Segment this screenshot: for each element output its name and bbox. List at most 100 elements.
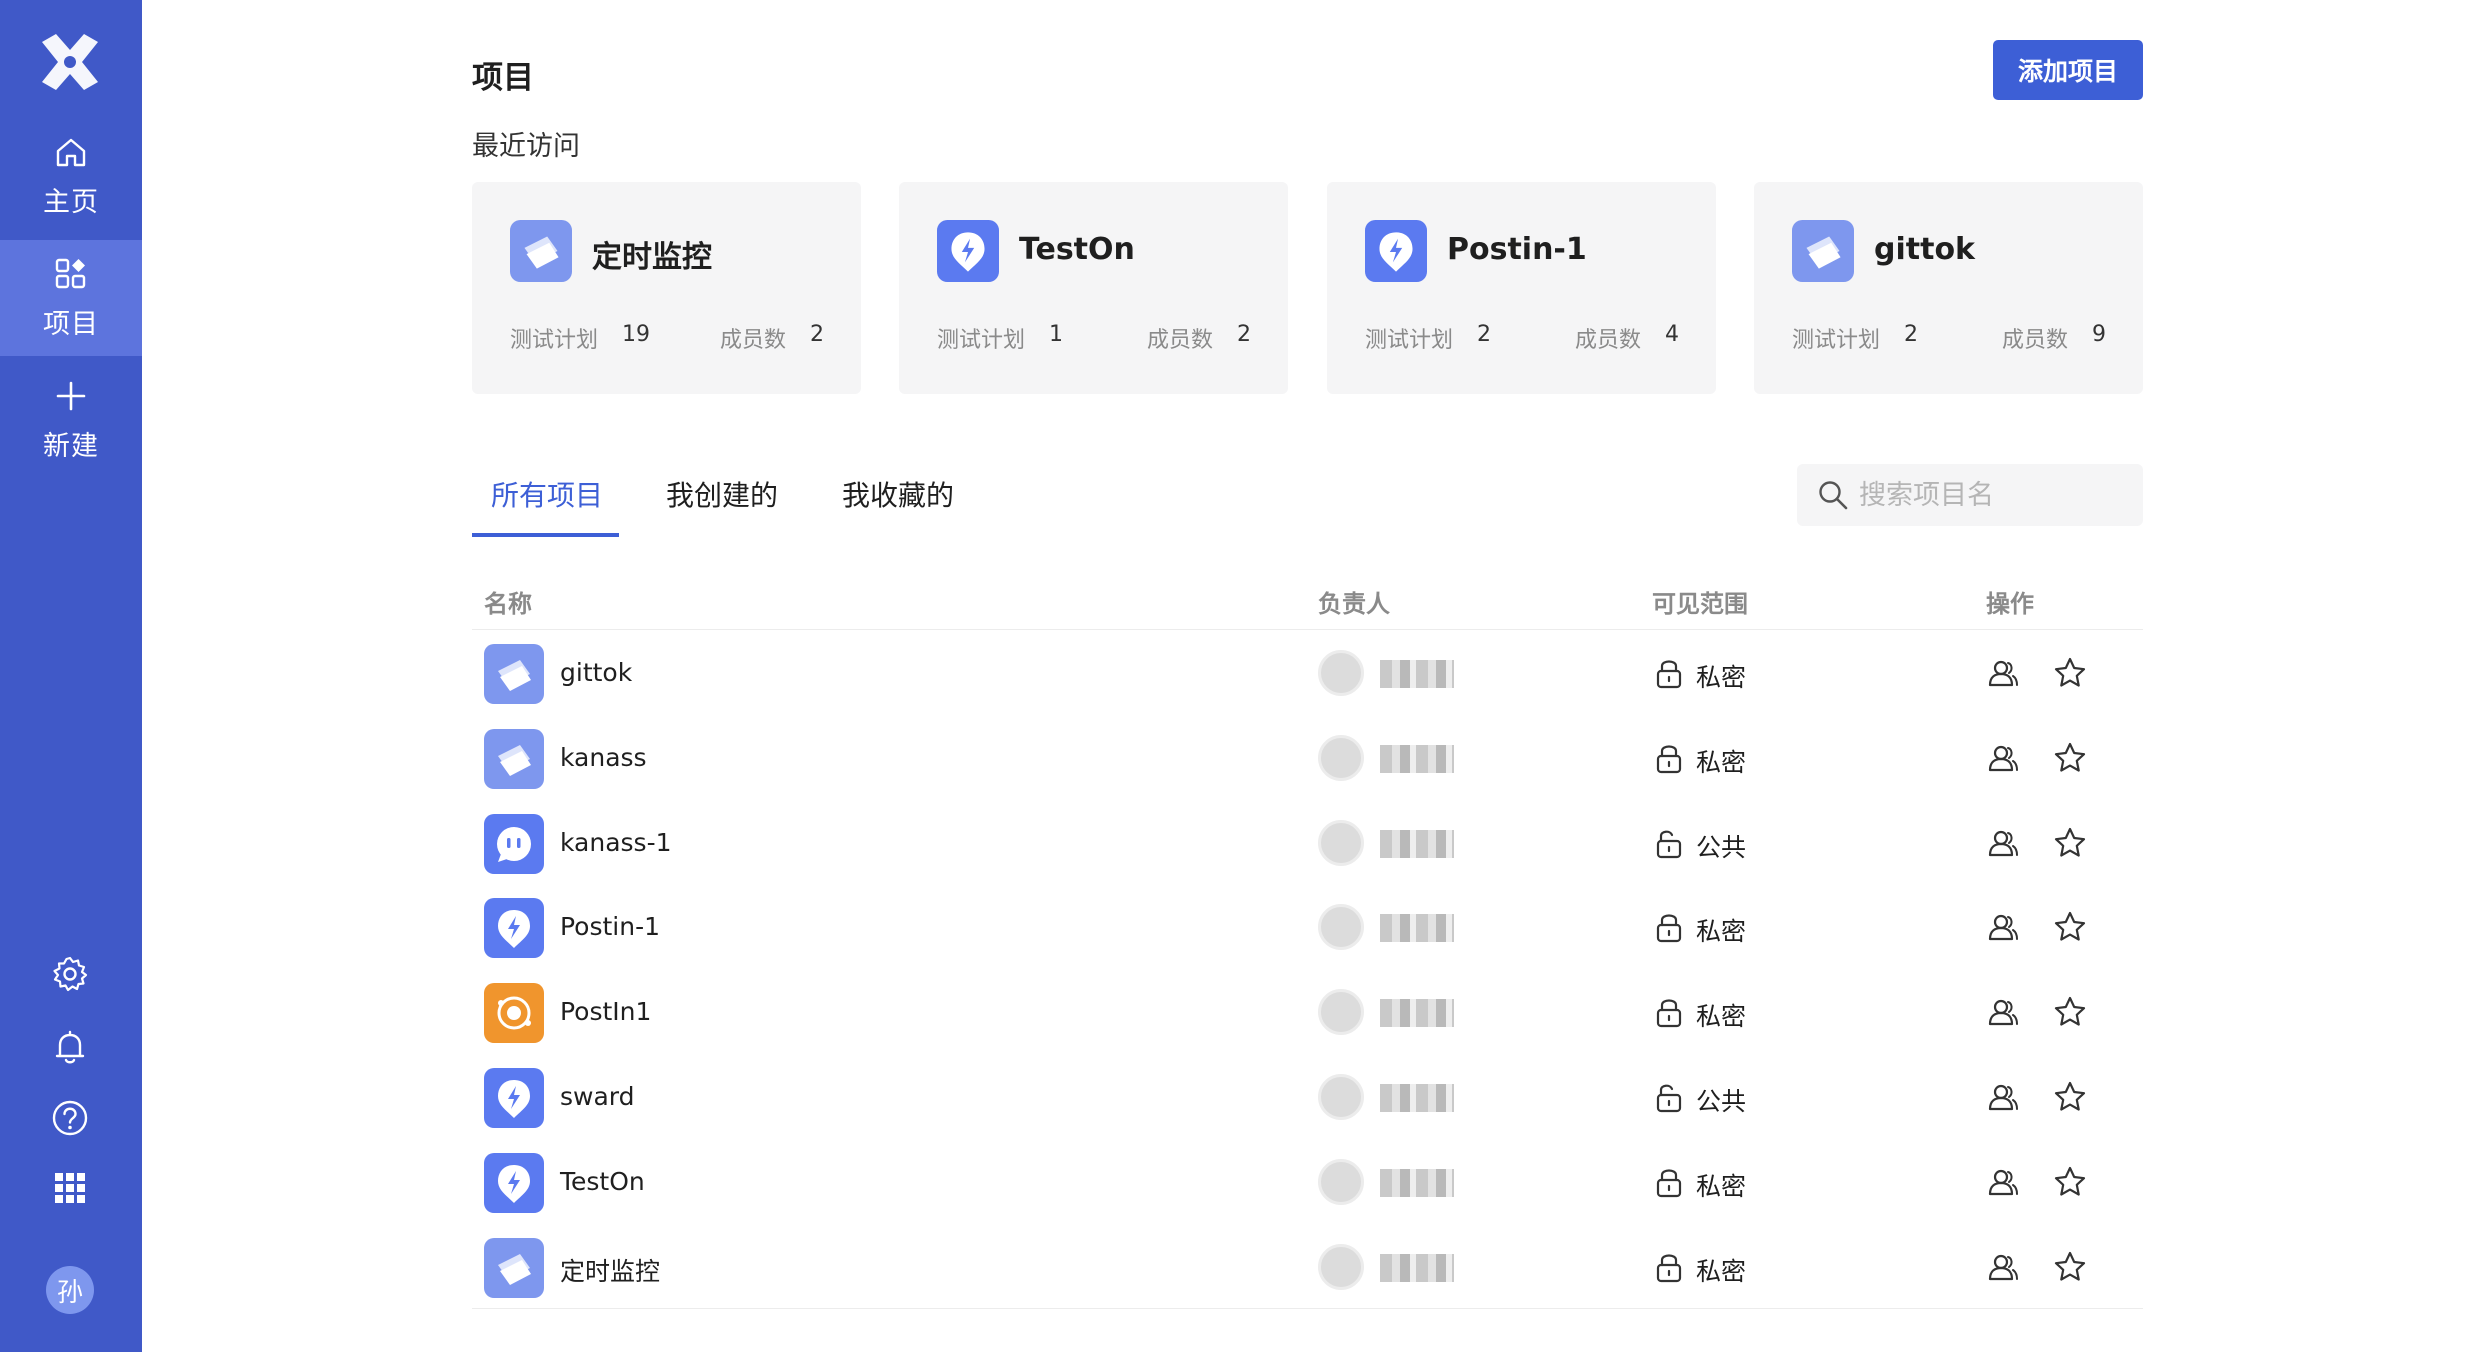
- lock-icon: [1656, 1169, 1682, 1197]
- card-project-name: 定时监控: [592, 240, 712, 275]
- project-grid-icon: [55, 258, 86, 288]
- cards-icon: [510, 220, 572, 282]
- card-project-name: gittok: [1874, 232, 1976, 267]
- cards-icon: [484, 728, 544, 789]
- members-icon[interactable]: [1986, 995, 2020, 1029]
- recent-project-card[interactable]: Postin-1 测试计划 2 成员数 4: [1327, 182, 1716, 394]
- tab-favorites[interactable]: 我收藏的: [842, 474, 954, 514]
- visibility-label: 私密: [1696, 1171, 1747, 1201]
- project-name[interactable]: 定时监控: [560, 1252, 660, 1288]
- apps-grid-icon[interactable]: [50, 1168, 90, 1208]
- card-plan-label: 测试计划: [510, 328, 599, 353]
- tab-all-projects[interactable]: 所有项目: [491, 474, 603, 514]
- project-name[interactable]: Postin-1: [560, 912, 660, 941]
- user-avatar[interactable]: 孙: [46, 1266, 94, 1314]
- star-icon[interactable]: [2052, 740, 2088, 776]
- visibility-label: 私密: [1696, 1256, 1747, 1286]
- nav-projects[interactable]: 项目: [0, 240, 142, 356]
- members-icon[interactable]: [1986, 826, 2020, 860]
- star-icon[interactable]: [2052, 1079, 2088, 1115]
- recent-project-card[interactable]: 定时监控 测试计划 19 成员数 2: [472, 182, 861, 394]
- star-icon[interactable]: [2052, 1249, 2088, 1285]
- owner-name-redacted: [1380, 914, 1454, 943]
- bolt-icon: [937, 220, 999, 282]
- visibility-label: 私密: [1696, 1002, 1747, 1032]
- members-icon[interactable]: [1986, 656, 2020, 690]
- chat-face-icon: [484, 813, 544, 874]
- project-name[interactable]: kanass: [560, 743, 647, 772]
- owner-name-redacted: [1380, 1253, 1454, 1282]
- table-row[interactable]: kanass 私密: [472, 717, 2143, 801]
- members-icon[interactable]: [1986, 1165, 2020, 1199]
- lock-icon: [1656, 914, 1682, 943]
- visibility-label: 私密: [1696, 747, 1747, 777]
- star-icon[interactable]: [2052, 994, 2088, 1030]
- card-plan-count: 2: [1477, 322, 1491, 347]
- card-member-count: 9: [2092, 322, 2106, 347]
- table-row[interactable]: TestOn 私密: [472, 1141, 2143, 1225]
- card-plan-count: 1: [1049, 322, 1063, 347]
- table-row[interactable]: 定时监控 私密: [472, 1226, 2143, 1310]
- members-icon[interactable]: [1986, 1250, 2020, 1284]
- app-logo-icon[interactable]: [36, 28, 104, 96]
- members-icon[interactable]: [1986, 741, 2020, 775]
- settings-icon[interactable]: [50, 954, 90, 994]
- card-member-label: 成员数: [1575, 328, 1642, 353]
- nav-projects-label: 项目: [43, 308, 99, 340]
- card-project-name: TestOn: [1019, 232, 1135, 267]
- project-name[interactable]: PostIn1: [560, 997, 651, 1026]
- home-icon: [56, 138, 86, 166]
- lock-icon: [1656, 745, 1682, 773]
- owner-avatar: [1318, 1158, 1364, 1205]
- unlock-icon: [1656, 1084, 1682, 1113]
- help-icon[interactable]: [50, 1098, 90, 1138]
- plus-icon: [56, 381, 86, 410]
- recent-project-card[interactable]: TestOn 测试计划 1 成员数 2: [899, 182, 1288, 394]
- project-name[interactable]: gittok: [560, 658, 632, 687]
- nav-create[interactable]: 新建: [0, 362, 142, 478]
- lock-icon: [1656, 1254, 1682, 1282]
- table-row[interactable]: sward 公共: [472, 1056, 2143, 1140]
- card-plan-count: 19: [622, 322, 650, 347]
- star-icon[interactable]: [2052, 909, 2088, 945]
- table-row[interactable]: kanass-1 公共: [472, 802, 2143, 886]
- members-icon[interactable]: [1986, 910, 2020, 944]
- sidebar: 主页 项目 新建 孙: [0, 0, 142, 1352]
- add-project-button[interactable]: 添加项目: [1993, 40, 2143, 100]
- search-box[interactable]: [1797, 464, 2143, 526]
- star-icon[interactable]: [2052, 655, 2088, 691]
- star-icon[interactable]: [2052, 825, 2088, 861]
- table-row[interactable]: PostIn1 私密: [472, 971, 2143, 1055]
- members-icon[interactable]: [1986, 1080, 2020, 1114]
- project-name[interactable]: TestOn: [560, 1167, 645, 1196]
- owner-name-redacted: [1380, 744, 1454, 773]
- recent-title: 最近访问: [472, 131, 580, 162]
- bell-icon[interactable]: [50, 1027, 90, 1067]
- owner-avatar: [1318, 904, 1364, 951]
- card-member-label: 成员数: [1147, 328, 1214, 353]
- table-row[interactable]: gittok 私密: [472, 632, 2143, 716]
- lock-icon: [1656, 660, 1682, 689]
- tab-created-by-me[interactable]: 我创建的: [666, 474, 778, 514]
- project-name[interactable]: sward: [560, 1082, 635, 1111]
- owner-avatar: [1318, 819, 1364, 866]
- card-member-label: 成员数: [720, 328, 787, 353]
- owner-avatar: [1318, 734, 1364, 781]
- owner-avatar: [1318, 1243, 1364, 1290]
- owner-name-redacted: [1380, 829, 1454, 858]
- table-row[interactable]: Postin-1 私密: [472, 886, 2143, 970]
- recent-project-card[interactable]: gittok 测试计划 2 成员数 9: [1754, 182, 2143, 394]
- search-icon: [1819, 481, 1848, 510]
- star-icon[interactable]: [2052, 1164, 2088, 1200]
- project-name[interactable]: kanass-1: [560, 828, 672, 857]
- nav-create-label: 新建: [43, 430, 99, 462]
- column-header-owner: 负责人: [1318, 590, 1390, 618]
- owner-name-redacted: [1380, 1084, 1454, 1112]
- owner-avatar: [1318, 989, 1364, 1036]
- card-member-label: 成员数: [2002, 328, 2069, 353]
- orbit-icon: [484, 983, 544, 1044]
- search-input[interactable]: [1859, 479, 2139, 511]
- visibility-label: 公共: [1696, 1087, 1747, 1116]
- card-member-count: 2: [1237, 322, 1251, 347]
- nav-home[interactable]: 主页: [0, 118, 142, 234]
